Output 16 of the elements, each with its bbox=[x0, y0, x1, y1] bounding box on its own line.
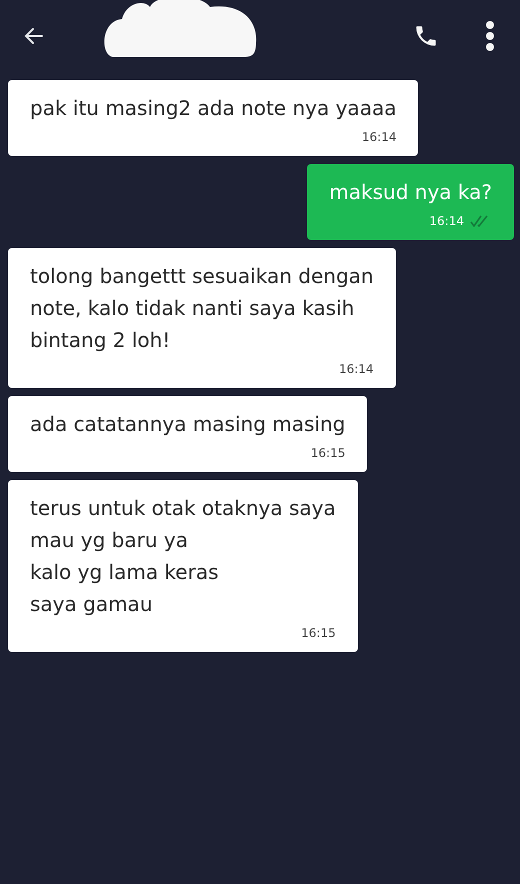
message-text: note, kalo tidak nanti saya kasih bbox=[30, 295, 356, 322]
message-time: 16:15 bbox=[310, 445, 346, 462]
message-time: 16:14 bbox=[429, 213, 464, 230]
message-time: 16:14 bbox=[362, 129, 396, 146]
message-text: terus untuk otak otaknya saya bbox=[30, 495, 336, 522]
message-time: 16:15 bbox=[301, 625, 336, 642]
message-text: pak itu masing2 ada note nya yaaaa bbox=[30, 95, 396, 122]
message-text: maksud nya ka? bbox=[329, 179, 492, 206]
more-menu-icon bbox=[484, 20, 496, 52]
message-text: mau yg baru ya bbox=[30, 527, 189, 554]
message-time: 16:14 bbox=[338, 361, 374, 378]
message-text: ada catatannya masing masing bbox=[30, 411, 346, 438]
message-text: saya gamau bbox=[30, 591, 154, 618]
message-text: tolong bangettt sesuaikan dengan bbox=[30, 263, 374, 290]
message-text: kalo yg lama keras bbox=[30, 559, 220, 586]
message-text: bintang 2 loh! bbox=[30, 327, 172, 354]
